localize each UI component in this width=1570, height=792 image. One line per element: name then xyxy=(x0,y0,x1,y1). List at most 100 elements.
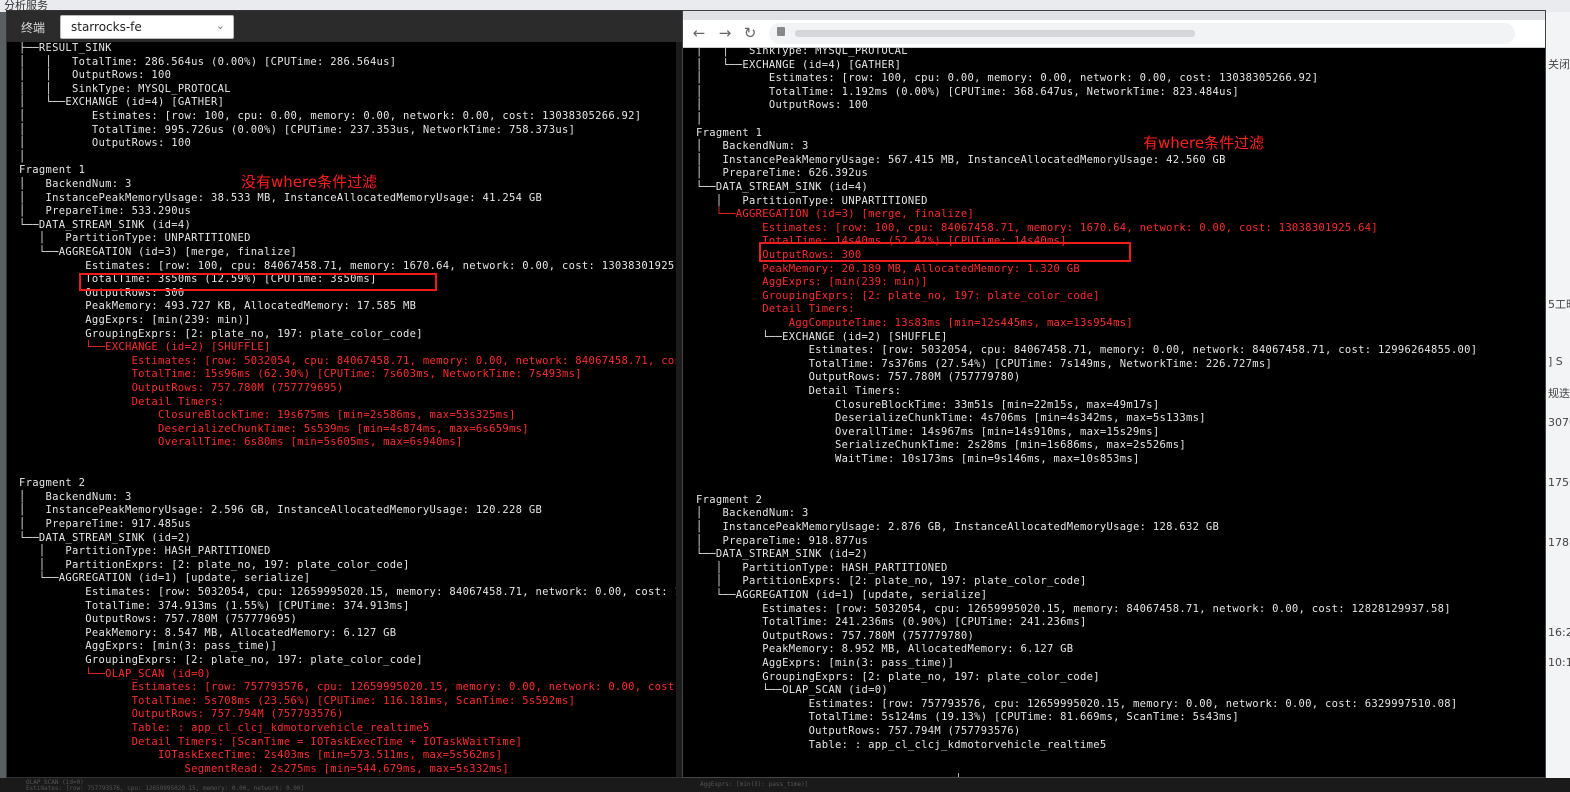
terminal-output: BlockFetch: 2s260ms [min=542.449ms, max=… xyxy=(7,42,683,777)
address-bar[interactable] xyxy=(769,23,1515,44)
terminal-line: OverallTime: 14s967ms [min=14s910ms, max… xyxy=(696,425,1160,438)
terminal-line: │ xyxy=(19,150,26,163)
terminal-line: └──AGGREGATION (id=3) [merge, finalize] xyxy=(696,208,975,221)
back-arrow-icon[interactable]: ← xyxy=(689,24,709,42)
terminal-line: ├──RESULT_SINK xyxy=(19,42,112,54)
background-fragment-text: 关闭 xyxy=(1548,58,1570,71)
terminal-line: │ │ TotalTime: 286.564us (0.00%) [CPUTim… xyxy=(19,55,397,68)
terminal-line: │ Estimates: [row: 100, cpu: 0.00, memor… xyxy=(696,72,1319,85)
chevron-down-icon: ⌄ xyxy=(215,19,225,32)
annotation-no-where: 没有where条件过滤 xyxy=(241,173,378,191)
terminal-line: └──EXCHANGE (id=2) [SHUFFLE] xyxy=(19,341,271,354)
terminal-line: OverallTime: 6s80ms [min=5s605ms, max=6s… xyxy=(19,436,463,449)
terminal-line: Detail Timers: [ScanTime = IOTaskExecTim… xyxy=(19,735,523,748)
highlight-box xyxy=(759,242,1131,262)
terminal-line: Table: : app_cl_clcj_kdmotorvehicle_real… xyxy=(696,738,1107,751)
terminal-line: └──EXCHANGE (id=2) [SHUFFLE] xyxy=(696,330,948,343)
terminal-line: TotalTime: 5s124ms (19.13%) [CPUTime: 81… xyxy=(696,711,1239,724)
terminal-line: │ PrepareTime: 626.392us xyxy=(696,167,869,180)
terminal-line: Fragment 2 xyxy=(19,477,86,490)
terminal-line: ClosureBlockTime: 33m51s [min=22m15s, ma… xyxy=(696,398,1160,411)
terminal-line: │ InstancePeakMemoryUsage: 38.533 MB, In… xyxy=(19,191,543,204)
terminal-line: │ BackendNum: 3 xyxy=(696,140,809,153)
terminal-line: │ PartitionType: HASH_PARTITIONED xyxy=(696,561,948,574)
background-fragment-text: 3070 xyxy=(1548,416,1570,429)
terminal-line: │ PartitionType: UNPARTITIONED xyxy=(696,194,928,207)
terminal-line: │ InstancePeakMemoryUsage: 2.876 GB, Ins… xyxy=(696,521,1220,533)
terminal-line: AggExprs: [min(239: min)] xyxy=(19,314,251,326)
terminal-line: │ TotalTime: 995.726us (0.00%) [CPUTime:… xyxy=(19,123,576,136)
highlight-box xyxy=(79,273,437,291)
terminal-line: OutputRows: 757.794M (757793576) xyxy=(19,708,344,721)
terminal-line: DeserializeChunkTime: 5s539ms [min=4s874… xyxy=(19,422,529,435)
terminal-line: PeakMemory: 493.727 KB, AllocatedMemory:… xyxy=(19,300,417,313)
terminal-line: │ OutputRows: 100 xyxy=(19,137,192,150)
terminal-line: Estimates: [row: 100, cpu: 84067458.71, … xyxy=(19,259,683,272)
terminal-line: │ xyxy=(696,113,703,125)
forward-arrow-icon[interactable]: → xyxy=(715,24,735,42)
terminal-line: │ PartitionExprs: [2: plate_no, 197: pla… xyxy=(19,558,410,571)
terminal-line: │ OutputRows: 100 xyxy=(696,99,869,112)
terminal-line: │ PrepareTime: 917.485us xyxy=(19,518,192,530)
terminal-line: AggComputeTime: 13s83ms [min=12s445ms, m… xyxy=(696,317,1134,329)
background-fragment-text: 1756 xyxy=(1548,476,1570,489)
terminal-line: Estimates: [row: 757793576, cpu: 1265999… xyxy=(131,681,682,694)
background-ghost-text: Estimates: [row: 757793576, cpu: 1265999… xyxy=(26,785,305,792)
background-fragment-text: 5工时 xyxy=(1548,298,1570,311)
browser-window[interactable]: ← → ↻ Table: : app_cl_clcj_kdmotorvehicl… xyxy=(682,10,1546,778)
terminal-line: OutputRows: 757.780M (757779695) xyxy=(19,613,298,626)
terminal-line: │ PrepareTime: 918.877us xyxy=(696,534,869,547)
background-fragment-text: ] S xyxy=(1548,355,1563,368)
terminal-line: └──DATA_STREAM_SINK (id=4) xyxy=(696,181,869,193)
terminal-line: │ PartitionExprs: [2: plate_no, 197: pla… xyxy=(696,575,1087,588)
terminal-line: │ │ SinkType: MYSQL_PROTOCAL xyxy=(696,48,908,57)
background-ghost-text: AggExprs: [min(3): pass_time)] xyxy=(700,781,809,788)
terminal-window[interactable]: 终端 starrocks-fe ⌄ BlockFetch: 2s260ms [m… xyxy=(6,10,684,778)
terminal-line: Fragment 1 xyxy=(696,126,763,139)
terminal-line: └──DATA_STREAM_SINK (id=4) xyxy=(19,218,192,231)
terminal-line: │ PrepareTime: 533.290us xyxy=(19,205,192,218)
terminal-line: OutputRows: 757.780M (757779780) xyxy=(696,371,1021,384)
terminal-line: SegmentRead: 2s275ms [min=544.679ms, max… xyxy=(19,762,509,775)
annotation-with-where: 有where条件过滤 xyxy=(1143,134,1265,152)
terminal-line: │ TotalTime: 1.192ms (0.00%) [CPUTime: 3… xyxy=(696,85,1239,98)
terminal-line: Table: : app_cl_clcj_kdmotorvehicle_real… xyxy=(19,722,430,734)
terminal-line: └──DATA_STREAM_SINK (id=2) xyxy=(19,531,192,544)
terminal-line: OutputRows: 757.780M (757779695) xyxy=(19,382,344,394)
terminal-line: └──AGGREGATION (id=3) [merge, finalize] xyxy=(19,246,298,258)
terminal-line: TotalTime: 15s96ms (62.30%) [CPUTime: 7s… xyxy=(19,368,582,381)
reload-icon[interactable]: ↻ xyxy=(740,24,760,42)
terminal-line: │ │ SinkType: MYSQL_PROTOCAL xyxy=(19,82,231,95)
terminal-line: Estimates: [row: 100, cpu: 84067458.71, … xyxy=(696,221,1379,234)
lock-icon xyxy=(777,27,785,36)
terminal-line: SerializeChunkTime: 2s28ms [min=1s686ms,… xyxy=(696,439,1186,452)
terminal-line: └──DATA_STREAM_SINK (id=2) xyxy=(696,548,869,561)
terminal-line: TotalTime: 241.236ms (0.90%) [CPUTime: 2… xyxy=(696,616,1087,629)
terminal-line: PeakMemory: 20.189 MB, AllocatedMemory: … xyxy=(696,262,1081,275)
terminal-line: GroupingExprs: [2: plate_no, 197: plate_… xyxy=(696,289,1100,302)
terminal-line: Fragment 1 xyxy=(19,164,86,177)
terminal-line: │ Estimates: [row: 100, cpu: 0.00, memor… xyxy=(19,110,642,122)
terminal-line: └──AGGREGATION (id=1) [update, serialize… xyxy=(696,589,988,601)
terminal-line: │ BackendNum: 3 xyxy=(696,507,809,520)
browser-tab-strip xyxy=(683,11,1545,20)
terminal-line: Estimates: [row: 5032054, cpu: 126599950… xyxy=(85,586,683,598)
terminal-line: Detail Timers: xyxy=(696,303,855,316)
terminal-line: GroupingExprs: [2: plate_no, 197: plate_… xyxy=(696,670,1100,683)
terminal-line: AggExprs: [min(3: pass_time)] xyxy=(19,640,278,653)
address-redacted xyxy=(795,30,1195,37)
background-bottom-strip: OLAP_SCAN (id=0) Estimates: [row: 757793… xyxy=(0,778,1570,792)
terminal-line: └──OLAP_SCAN (id=0) xyxy=(696,684,889,697)
background-fragment-text: 规迭 xyxy=(1548,387,1570,400)
terminal-line: Detail Timers: xyxy=(19,395,225,408)
terminal-tab[interactable]: 终端 xyxy=(21,19,45,36)
terminal-line: Estimates: [row: 5032054, cpu: 84067458.… xyxy=(696,344,1478,357)
terminal-line: WaitTime: 10s173ms [min=9s146ms, max=10s… xyxy=(696,453,1140,465)
host-select[interactable]: starrocks-fe ⌄ xyxy=(60,15,234,39)
terminal-line: PeakMemory: 8.952 MB, AllocatedMemory: 6… xyxy=(696,643,1074,656)
terminal-line: AggExprs: [min(3: pass_time)] xyxy=(696,657,955,669)
terminal-line: │ PartitionType: UNPARTITIONED xyxy=(19,232,251,245)
terminal-line: PeakMemory: 8.547 MB, AllocatedMemory: 6… xyxy=(19,626,397,639)
terminal-line: BlockFetch: 2s260ms [min=542.449ms, max=… xyxy=(19,776,529,777)
terminal-line: TotalTime: 5s708ms (23.56%) [CPUTime: 11… xyxy=(19,694,576,707)
